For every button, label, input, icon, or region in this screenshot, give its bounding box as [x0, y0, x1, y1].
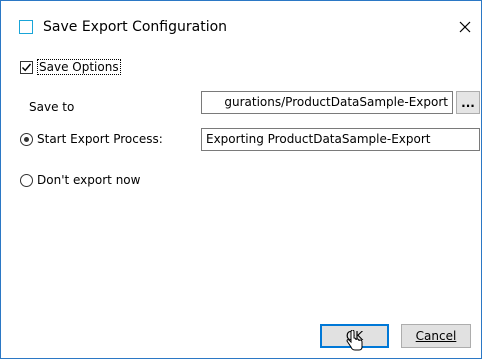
save-options-checkbox-row[interactable]: Save Options	[20, 59, 121, 75]
dialog-title: Save Export Configuration	[43, 19, 228, 35]
close-icon	[459, 21, 471, 33]
save-to-label: Save to	[29, 100, 75, 114]
start-export-label: Start Export Process:	[37, 132, 163, 146]
title-bar[interactable]: Save Export Configuration	[1, 1, 481, 37]
save-options-checkbox[interactable]	[20, 60, 33, 74]
cancel-button-label: Cancel	[415, 329, 457, 343]
browse-button[interactable]: ...	[456, 91, 480, 114]
window-icon	[19, 20, 33, 34]
close-button[interactable]	[453, 15, 477, 39]
start-export-radio[interactable]	[20, 132, 33, 146]
save-path-input[interactable]: gurations/ProductDataSample-Export	[201, 91, 453, 114]
export-process-input[interactable]: Exporting ProductDataSample-Export	[201, 128, 480, 151]
save-export-dialog: Save Export Configuration Save Options S…	[0, 0, 482, 359]
checkmark-icon	[21, 63, 32, 71]
dont-export-label: Don't export now	[37, 173, 141, 187]
save-options-label: Save Options	[37, 59, 121, 75]
dont-export-radio[interactable]	[20, 173, 33, 187]
ok-button[interactable]: OK	[320, 324, 389, 348]
start-export-radio-row[interactable]: Start Export Process:	[20, 132, 163, 146]
dont-export-radio-row[interactable]: Don't export now	[20, 173, 140, 187]
cancel-button[interactable]: Cancel	[401, 324, 471, 348]
